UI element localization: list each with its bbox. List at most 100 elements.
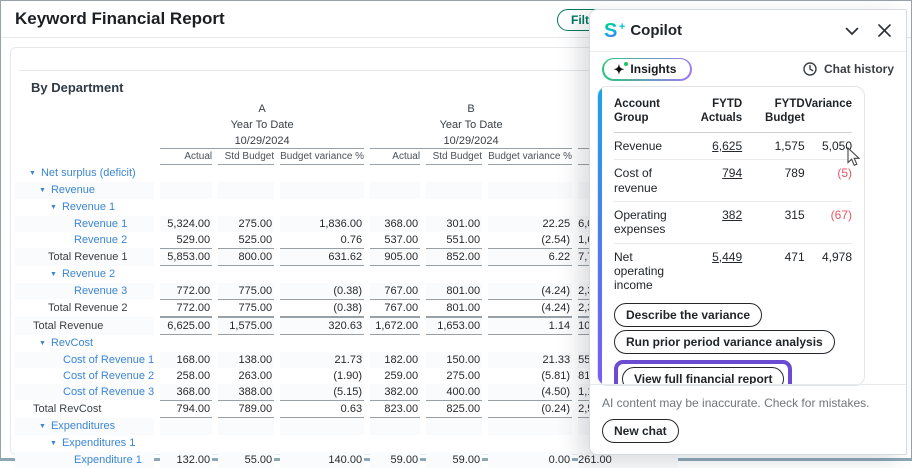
- report-cell: [160, 418, 212, 435]
- collapse-triangle-icon[interactable]: ▼: [50, 204, 57, 211]
- clock-history-icon: [802, 61, 818, 77]
- report-cell[interactable]: 275.00: [218, 216, 274, 232]
- report-cell: [370, 199, 420, 216]
- collapse-triangle-icon[interactable]: ▼: [50, 271, 57, 278]
- report-cell[interactable]: 263.00: [218, 368, 274, 384]
- report-cell[interactable]: 59.00: [370, 452, 420, 468]
- collapse-triangle-icon[interactable]: ▼: [39, 187, 46, 194]
- report-cell: [218, 435, 274, 452]
- report-cell[interactable]: 794.00: [160, 400, 212, 418]
- insight-budget-value: 1,575: [742, 132, 805, 159]
- report-cell[interactable]: 382.00: [370, 384, 420, 400]
- row-group-label[interactable]: ▼Revenue 1: [15, 199, 154, 216]
- report-cell: (4.24): [488, 299, 572, 317]
- report-cell: [370, 435, 420, 452]
- report-cell[interactable]: 400.00: [426, 384, 482, 400]
- report-cell[interactable]: 301.00: [426, 216, 482, 232]
- copilot-footer: AI content may be inaccurate. Check for …: [590, 384, 906, 454]
- report-cell[interactable]: 537.00: [370, 232, 420, 248]
- report-cell[interactable]: 368.00: [370, 216, 420, 232]
- report-cell[interactable]: 388.00: [218, 384, 274, 400]
- insight-actuals-link[interactable]: 794: [678, 160, 742, 202]
- row-group-label[interactable]: ▼Revenue: [15, 182, 154, 199]
- collapse-triangle-icon[interactable]: ▼: [50, 440, 57, 447]
- report-cell[interactable]: 551.00: [426, 232, 482, 248]
- report-cell[interactable]: 275.00: [426, 368, 482, 384]
- insight-action-button[interactable]: Run prior period variance analysis: [614, 330, 835, 354]
- report-cell: (5.15): [280, 384, 364, 400]
- tab-insights[interactable]: ✦ Insights: [604, 59, 691, 79]
- collapse-triangle-icon[interactable]: ▼: [39, 423, 46, 430]
- row-group-label[interactable]: ▼Net surplus (deficit): [15, 165, 154, 182]
- row-group-label[interactable]: ▼Expenditures 1: [15, 435, 154, 452]
- report-cell: [218, 165, 274, 182]
- insight-col-header: Variance: [805, 93, 852, 132]
- column-group-name: B: [370, 101, 572, 117]
- insights-label: Insights: [630, 62, 676, 76]
- insight-actuals-link[interactable]: 382: [678, 201, 742, 243]
- report-cell[interactable]: 182.00: [370, 352, 420, 368]
- close-panel-button[interactable]: [877, 23, 892, 38]
- copilot-table-body: Revenue6,6251,5755,050Cost of revenue794…: [614, 132, 852, 299]
- row-account-link[interactable]: Cost of Revenue 2: [15, 368, 154, 384]
- report-cell: [160, 165, 212, 182]
- new-chat-button[interactable]: New chat: [602, 419, 679, 443]
- row-group-label[interactable]: ▼RevCost: [15, 335, 154, 352]
- row-account-link[interactable]: Cost of Revenue 1: [15, 352, 154, 368]
- report-row: Cost of Revenue 2258.00263.00(1.90)259.0…: [15, 368, 678, 384]
- report-cell[interactable]: 6,625.00: [160, 317, 212, 335]
- report-cell[interactable]: 368.00: [160, 384, 212, 400]
- report-cell: [280, 165, 364, 182]
- report-cell[interactable]: 1,672.00: [370, 317, 420, 335]
- collapse-panel-button[interactable]: [844, 23, 860, 39]
- report-cell[interactable]: 132.00: [160, 452, 212, 468]
- row-account-link[interactable]: Expenditure 1: [15, 452, 154, 468]
- report-row: Cost of Revenue 3 368.00 388.00 (5.15) 382.0…: [15, 384, 678, 400]
- collapse-triangle-icon[interactable]: ▼: [39, 340, 46, 347]
- report-cell[interactable]: 138.00: [218, 352, 274, 368]
- insight-card: Account Group FYTD Actuals FYTD Budget V…: [597, 86, 865, 386]
- report-cell[interactable]: 772.00: [160, 283, 212, 299]
- report-cell[interactable]: 529.00: [160, 232, 212, 248]
- report-cell: 0.63: [280, 400, 364, 418]
- report-cell[interactable]: 150.00: [426, 352, 482, 368]
- report-cell[interactable]: 823.00: [370, 400, 420, 418]
- report-cell[interactable]: 905.00: [370, 248, 420, 266]
- report-cell[interactable]: 767.00: [370, 283, 420, 299]
- column-group-period: Year To Date: [370, 117, 572, 133]
- insight-col-header: FYTD Budget: [742, 93, 805, 132]
- report-cell: 6.22: [488, 248, 572, 266]
- report-cell: [160, 435, 212, 452]
- sparkle-icon: ✦: [614, 63, 625, 76]
- report-cell: [160, 182, 212, 199]
- close-icon: [877, 23, 892, 38]
- report-cell[interactable]: 775.00: [218, 283, 274, 299]
- row-account-link[interactable]: Revenue 3: [15, 283, 154, 299]
- report-cell[interactable]: 5,324.00: [160, 216, 212, 232]
- page-title: Keyword Financial Report: [15, 9, 225, 29]
- collapse-triangle-icon[interactable]: ▼: [29, 170, 36, 177]
- row-group-label[interactable]: ▼Revenue 2: [15, 266, 154, 283]
- row-group-label[interactable]: ▼Expenditures: [15, 418, 154, 435]
- row-account-link[interactable]: Revenue 2: [15, 232, 154, 248]
- report-cell[interactable]: 5,853.00: [160, 248, 212, 266]
- insight-actuals-link[interactable]: 5,449: [678, 243, 742, 299]
- insight-actuals-link[interactable]: 6,625: [678, 132, 742, 159]
- report-cell[interactable]: 258.00: [160, 368, 212, 384]
- report-cell[interactable]: 168.00: [160, 352, 212, 368]
- report-row: ▼RevCost: [15, 335, 678, 352]
- insight-action-button[interactable]: Describe the variance: [614, 303, 762, 327]
- insight-variance-value: (67): [805, 201, 852, 243]
- report-cell[interactable]: 59.00: [426, 452, 482, 468]
- report-cell[interactable]: 525.00: [218, 232, 274, 248]
- report-cell[interactable]: 767.00: [370, 299, 420, 317]
- report-table: A B Year To Date Year To Date 10/29/2024…: [9, 101, 684, 468]
- report-cell[interactable]: 55.00: [218, 452, 274, 468]
- row-account-link[interactable]: Revenue 1: [15, 216, 154, 232]
- report-row: Total Revenue 15,853.00800.00631.62905.0…: [15, 248, 678, 266]
- row-account-link[interactable]: Cost of Revenue 3: [15, 384, 154, 400]
- report-cell[interactable]: 801.00: [426, 283, 482, 299]
- chat-history-button[interactable]: Chat history: [802, 61, 894, 77]
- report-cell[interactable]: 259.00: [370, 368, 420, 384]
- report-cell[interactable]: 772.00: [160, 299, 212, 317]
